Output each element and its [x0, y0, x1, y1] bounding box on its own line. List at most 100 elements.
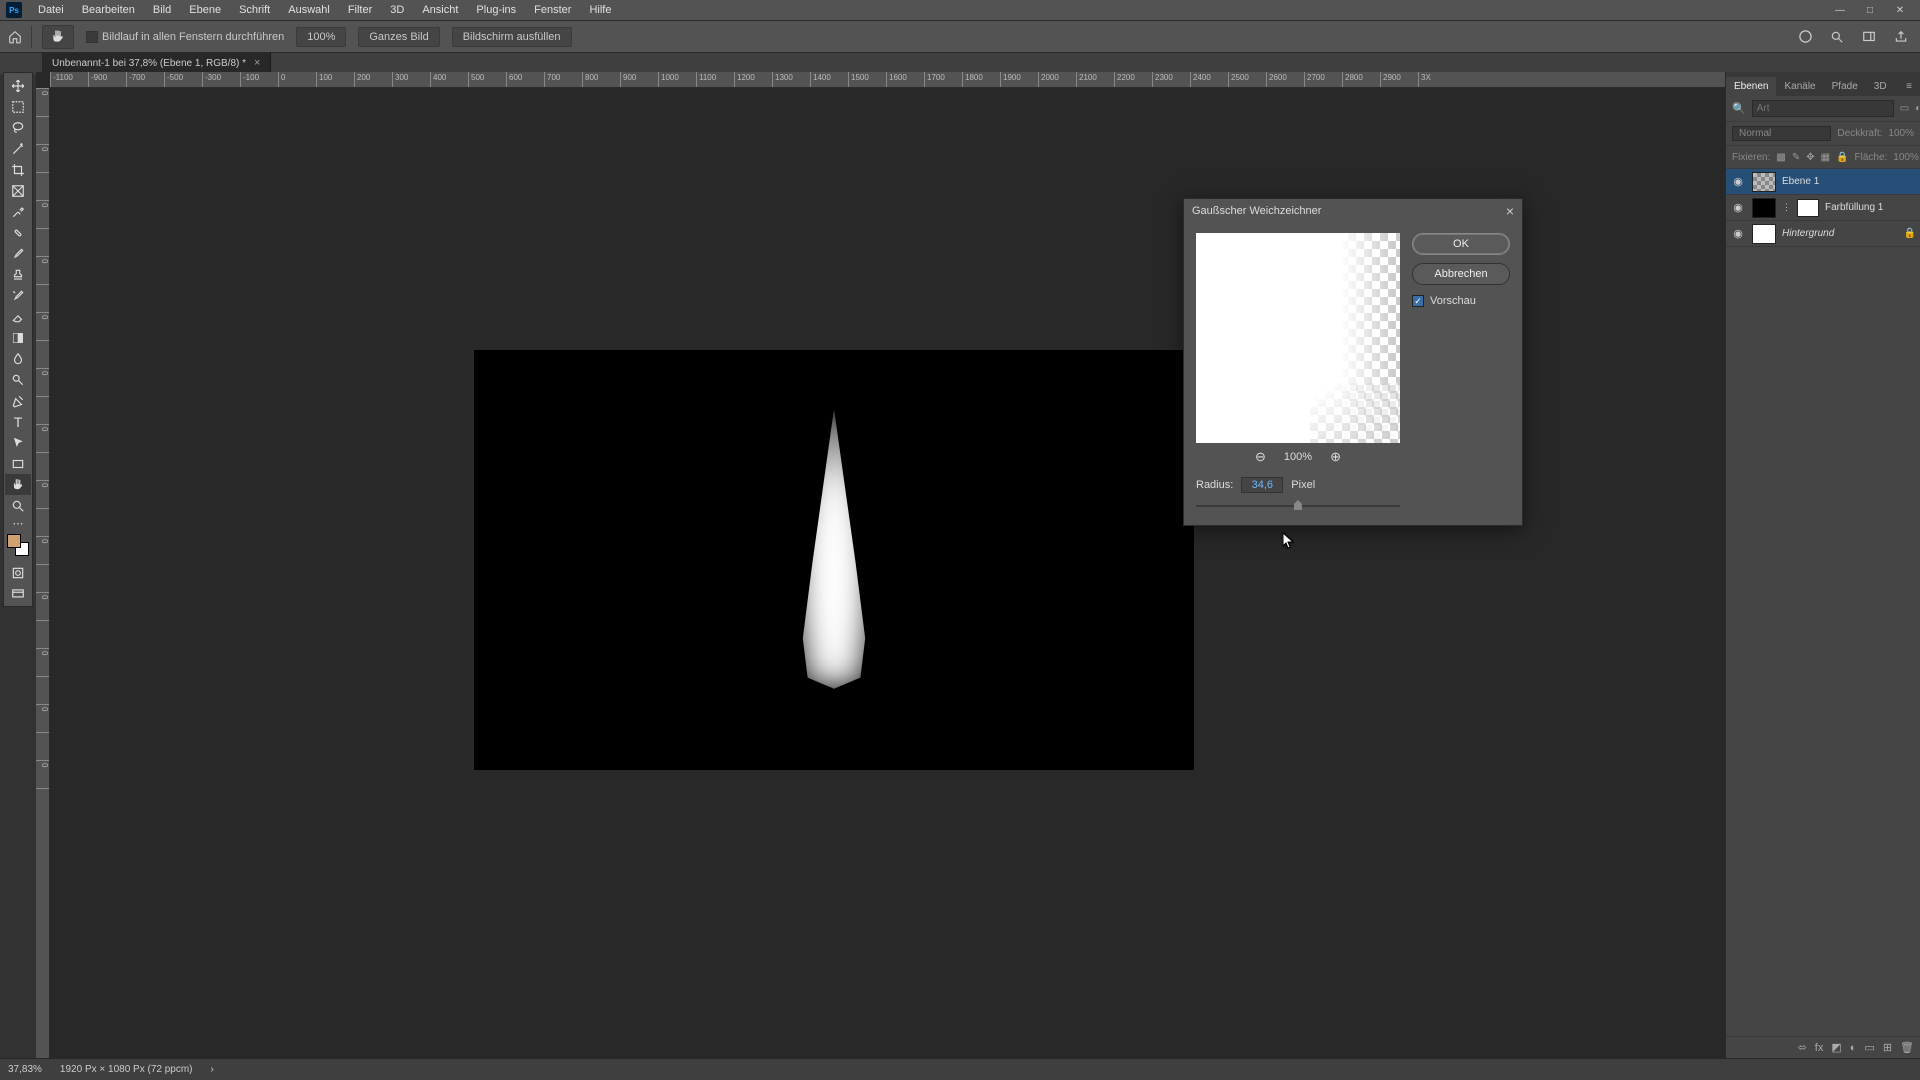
- brush-tool-icon[interactable]: [5, 243, 31, 264]
- filter-pixel-icon[interactable]: ▭: [1900, 102, 1909, 116]
- visibility-icon[interactable]: ◉: [1730, 227, 1746, 240]
- panel-menu-icon[interactable]: ≡: [1898, 77, 1920, 96]
- lock-all-icon[interactable]: 🔒: [1836, 150, 1848, 164]
- workspace-icon[interactable]: [1858, 26, 1880, 48]
- link-icon[interactable]: ⋮: [1782, 202, 1791, 213]
- cloud-icon[interactable]: [1794, 26, 1816, 48]
- healing-tool-icon[interactable]: [5, 222, 31, 243]
- lock-trans-icon[interactable]: ▩: [1776, 150, 1785, 164]
- new-layer-icon[interactable]: ⊞: [1883, 1041, 1892, 1054]
- menu-auswahl[interactable]: Auswahl: [280, 1, 338, 19]
- zoom-tool-icon[interactable]: [5, 495, 31, 516]
- zoom-in-icon[interactable]: ⊕: [1330, 449, 1341, 465]
- document-tab[interactable]: Unbenannt-1 bei 37,8% (Ebene 1, RGB/8) *…: [42, 52, 271, 74]
- menu-3d[interactable]: 3D: [382, 1, 412, 19]
- history-brush-tool-icon[interactable]: [5, 285, 31, 306]
- color-swatch[interactable]: [7, 534, 29, 556]
- menu-filter[interactable]: Filter: [340, 1, 380, 19]
- menu-bild[interactable]: Bild: [145, 1, 179, 19]
- zoom-100-button[interactable]: 100%: [296, 27, 346, 47]
- path-select-tool-icon[interactable]: [5, 432, 31, 453]
- layer-row[interactable]: ◉ ⋮ Farbfüllung 1: [1726, 195, 1920, 221]
- tab-pfade[interactable]: Pfade: [1824, 77, 1866, 96]
- stamp-tool-icon[interactable]: [5, 264, 31, 285]
- dialog-titlebar[interactable]: Gaußscher Weichzeichner ×: [1184, 199, 1522, 223]
- close-tab-icon[interactable]: ×: [254, 57, 260, 69]
- layer-thumb[interactable]: [1752, 198, 1776, 218]
- frame-tool-icon[interactable]: [5, 180, 31, 201]
- link-layers-icon[interactable]: ⬄: [1798, 1041, 1807, 1054]
- menu-plugins[interactable]: Plug-ins: [468, 1, 524, 19]
- marquee-tool-icon[interactable]: [5, 96, 31, 117]
- layer-name[interactable]: Farbfüllung 1: [1825, 202, 1883, 213]
- lasso-tool-icon[interactable]: [5, 117, 31, 138]
- canvas[interactable]: [474, 350, 1194, 770]
- menu-fenster[interactable]: Fenster: [526, 1, 579, 19]
- layer-mask-icon[interactable]: ◩: [1831, 1041, 1841, 1054]
- lock-nest-icon[interactable]: ▦: [1821, 150, 1830, 164]
- preview-checkbox[interactable]: ✓: [1412, 295, 1424, 307]
- adjustment-layer-icon[interactable]: ◐: [1850, 1042, 1857, 1054]
- status-zoom[interactable]: 37,83%: [8, 1064, 42, 1075]
- fill-value[interactable]: 100%: [1893, 152, 1919, 163]
- filter-adjust-icon[interactable]: ◐: [1915, 102, 1920, 116]
- layer-mask-thumb[interactable]: [1797, 199, 1819, 217]
- dialog-preview[interactable]: [1196, 233, 1400, 443]
- radius-slider[interactable]: [1196, 501, 1400, 511]
- window-restore-icon[interactable]: □: [1856, 5, 1884, 16]
- group-icon[interactable]: ▭: [1864, 1041, 1874, 1054]
- menu-ansicht[interactable]: Ansicht: [414, 1, 466, 19]
- eraser-tool-icon[interactable]: [5, 306, 31, 327]
- radius-input[interactable]: [1241, 477, 1283, 493]
- tab-3d[interactable]: 3D: [1866, 77, 1895, 96]
- gradient-tool-icon[interactable]: [5, 327, 31, 348]
- menu-ebene[interactable]: Ebene: [181, 1, 229, 19]
- share-icon[interactable]: [1890, 26, 1912, 48]
- opacity-value[interactable]: 100%: [1888, 128, 1914, 139]
- layer-name[interactable]: Ebene 1: [1782, 176, 1819, 187]
- type-tool-icon[interactable]: T: [5, 411, 31, 432]
- rectangle-tool-icon[interactable]: [5, 453, 31, 474]
- eyedropper-tool-icon[interactable]: [5, 201, 31, 222]
- scroll-all-checkbox[interactable]: [86, 31, 98, 43]
- quickmask-icon[interactable]: [5, 562, 31, 583]
- visibility-icon[interactable]: ◉: [1730, 201, 1746, 214]
- cancel-button[interactable]: Abbrechen: [1412, 263, 1510, 285]
- layer-thumb[interactable]: [1752, 224, 1776, 244]
- window-minimize-icon[interactable]: —: [1826, 5, 1854, 16]
- menu-bearbeiten[interactable]: Bearbeiten: [74, 1, 143, 19]
- crop-tool-icon[interactable]: [5, 159, 31, 180]
- ok-button[interactable]: OK: [1412, 233, 1510, 255]
- blur-tool-icon[interactable]: [5, 348, 31, 369]
- visibility-icon[interactable]: ◉: [1730, 175, 1746, 188]
- lock-paint-icon[interactable]: ✎: [1792, 150, 1800, 164]
- layer-search-input[interactable]: [1752, 100, 1894, 117]
- lock-icon[interactable]: 🔒: [1904, 228, 1916, 239]
- layer-thumb[interactable]: [1752, 172, 1776, 192]
- hand-tool-icon[interactable]: [42, 25, 74, 49]
- menu-datei[interactable]: Datei: [30, 1, 72, 19]
- dodge-tool-icon[interactable]: [5, 369, 31, 390]
- dialog-close-icon[interactable]: ×: [1506, 203, 1514, 219]
- tab-kanaele[interactable]: Kanäle: [1776, 77, 1823, 96]
- lock-pos-icon[interactable]: ✥: [1806, 150, 1814, 164]
- pen-tool-icon[interactable]: [5, 390, 31, 411]
- fill-screen-button[interactable]: Bildschirm ausfüllen: [452, 27, 572, 47]
- layer-fx-icon[interactable]: fx: [1815, 1042, 1824, 1054]
- hand-tool-icon[interactable]: [5, 474, 31, 495]
- menu-schrift[interactable]: Schrift: [231, 1, 278, 19]
- delete-layer-icon[interactable]: 🗑: [1900, 1041, 1914, 1054]
- fit-screen-button[interactable]: Ganzes Bild: [358, 27, 439, 47]
- move-tool-icon[interactable]: [5, 75, 31, 96]
- home-icon[interactable]: [6, 26, 32, 48]
- screenmode-icon[interactable]: [5, 583, 31, 604]
- edit-toolbar-icon[interactable]: ⋯: [5, 516, 31, 530]
- layer-name[interactable]: Hintergrund: [1782, 228, 1834, 239]
- status-doc-info[interactable]: 1920 Px × 1080 Px (72 ppcm): [60, 1064, 193, 1075]
- wand-tool-icon[interactable]: [5, 138, 31, 159]
- menu-hilfe[interactable]: Hilfe: [581, 1, 619, 19]
- blend-mode-select[interactable]: Normal: [1732, 126, 1831, 141]
- search-icon[interactable]: [1826, 26, 1848, 48]
- window-close-icon[interactable]: ✕: [1886, 5, 1914, 16]
- status-chevron-icon[interactable]: ›: [211, 1064, 214, 1075]
